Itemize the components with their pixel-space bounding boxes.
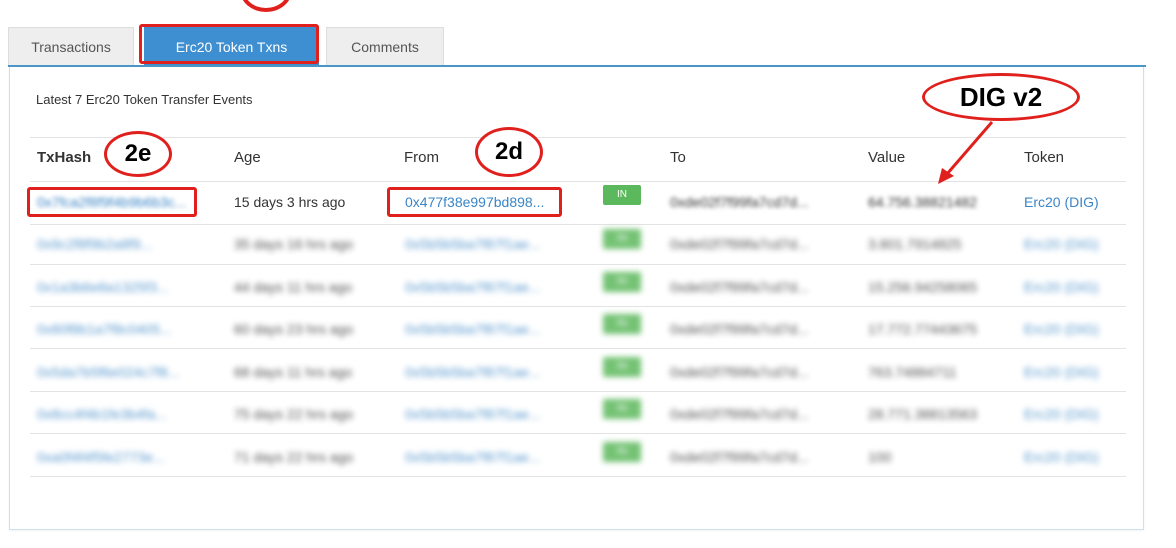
annotation-arrow-icon bbox=[938, 121, 994, 184]
